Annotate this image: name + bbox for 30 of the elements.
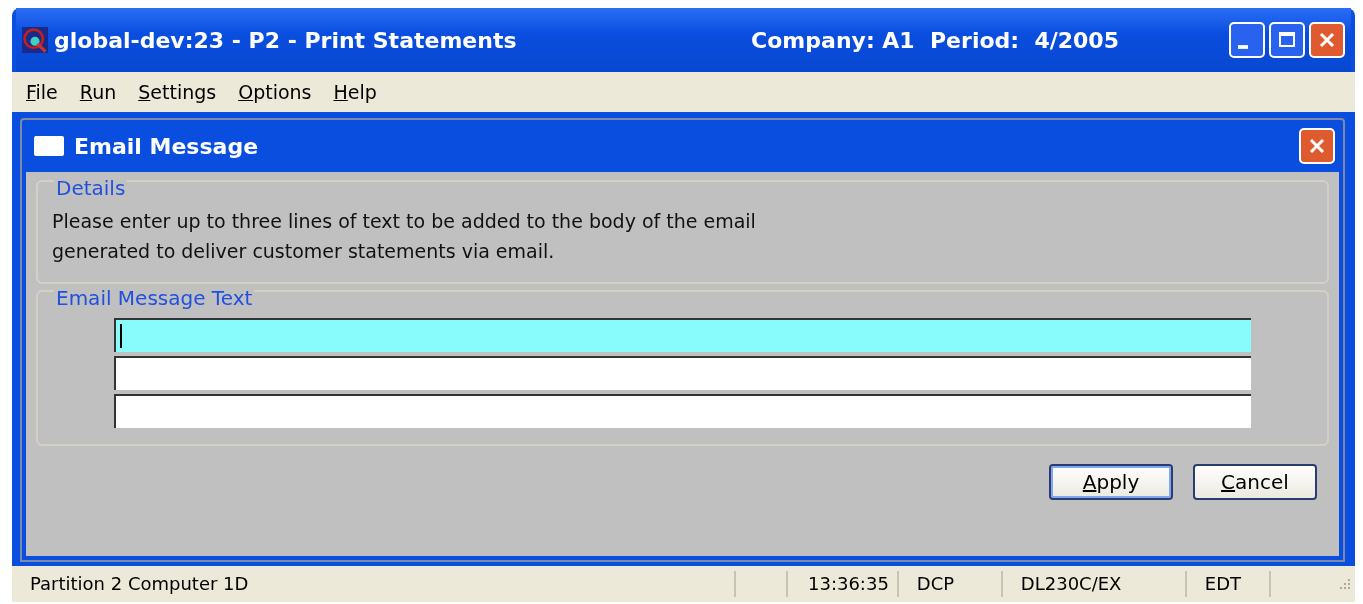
menu-item[interactable]: Options xyxy=(228,81,322,103)
close-button[interactable] xyxy=(1299,128,1335,164)
company-period: Company: A1 Period: 4/2005 xyxy=(751,27,1119,53)
menu-item[interactable]: Help xyxy=(323,81,387,103)
status-text: Partition 2 Computer 1D xyxy=(12,571,736,597)
input-field[interactable] xyxy=(114,356,1251,390)
status-text: 13:36:35 xyxy=(788,571,899,597)
close-button[interactable] xyxy=(1309,22,1345,58)
input-field[interactable] xyxy=(114,318,1251,352)
minimize-button[interactable] xyxy=(1229,22,1265,58)
cancel-button[interactable]: Cancel xyxy=(1193,464,1317,500)
menu-item[interactable]: Settings xyxy=(128,81,227,103)
close-icon xyxy=(1317,30,1337,50)
maximize-button[interactable] xyxy=(1269,22,1305,58)
menu-item[interactable]: File xyxy=(16,81,68,103)
resize-grip-icon xyxy=(1339,578,1351,590)
menu-item[interactable]: Run xyxy=(69,81,127,103)
window-icon xyxy=(34,136,64,156)
maximize-icon xyxy=(1277,30,1297,50)
apply-button[interactable]: Apply xyxy=(1049,464,1173,500)
close-icon xyxy=(1307,136,1327,156)
minimize-icon xyxy=(1238,45,1248,49)
input-field[interactable] xyxy=(114,394,1251,428)
status-text: EDT xyxy=(1186,571,1271,597)
status-text: DCP xyxy=(898,571,1003,597)
instructions-text: Please enter up to three lines of text to be added to the body of the email generated to deliver customer statements via email. xyxy=(52,209,757,264)
status-text: DL230C/EX xyxy=(1002,571,1187,597)
dialog-title: Email Message xyxy=(74,133,259,159)
app-icon xyxy=(22,27,48,53)
window-title: global-dev:23 - P2 - Print Statements xyxy=(54,27,517,53)
